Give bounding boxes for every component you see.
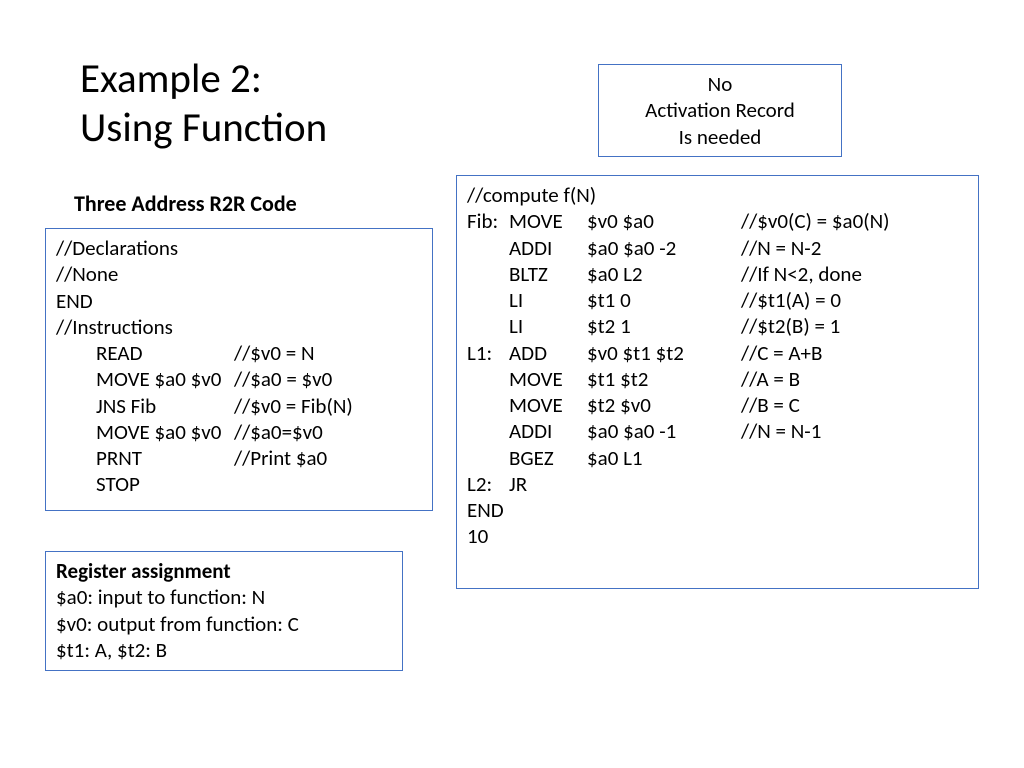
instr-comment: //If N<2, done (741, 261, 862, 287)
instr-args: $t2 1 (587, 313, 741, 339)
instr-label (467, 418, 509, 444)
code-box-left: //Declarations //None END //Instructions… (45, 228, 433, 511)
instr-label (467, 287, 509, 313)
code-line: //Declarations (56, 235, 422, 261)
instr-label (467, 445, 509, 471)
title-line1: Example 2: (80, 54, 262, 104)
note-line: Activation Record (609, 97, 831, 123)
code-line: STOP (56, 471, 422, 497)
note-line: No (609, 71, 831, 97)
instr-label (467, 261, 509, 287)
instr-comment: //N = N-1 (741, 418, 821, 444)
instr-comment: //Print $a0 (234, 445, 327, 471)
code-line: ADDI $a0 $a0 -1 //N = N-1 (467, 418, 968, 444)
instr-args: $t1 $t2 (587, 366, 741, 392)
code-line: Fib: MOVE $v0 $a0 //$v0(C) = $a0(N) (467, 208, 968, 234)
register-line: $t1: A, $t2: B (56, 637, 392, 663)
code-line: JNS Fib //$v0 = Fib(N) (56, 393, 422, 419)
note-box: No Activation Record Is needed (598, 64, 842, 157)
code-line: PRNT //Print $a0 (56, 445, 422, 471)
subheading: Three Address R2R Code (74, 190, 297, 217)
instr-op: PRNT (96, 445, 234, 471)
code-line: BGEZ $a0 L1 (467, 445, 968, 471)
code-line: ADDI $a0 $a0 -2 //N = N-2 (467, 235, 968, 261)
instr-op: MOVE (509, 392, 587, 418)
code-line: //Instructions (56, 314, 422, 340)
instr-args (587, 471, 741, 497)
code-line: MOVE $t2 $v0 //B = C (467, 392, 968, 418)
instr-comment: //N = N-2 (741, 235, 821, 261)
instr-args: $v0 $t1 $t2 (587, 340, 741, 366)
instr-comment: //$v0 = Fib(N) (234, 393, 353, 419)
instr-op: READ (96, 340, 234, 366)
register-heading: Register assignment (56, 558, 392, 584)
instr-op: BLTZ (509, 261, 587, 287)
instr-comment: //$v0 = N (234, 340, 315, 366)
instr-comment: //$v0(C) = $a0(N) (741, 208, 890, 234)
code-line: L1: ADD $v0 $t1 $t2 //C = A+B (467, 340, 968, 366)
instr-op: LI (509, 287, 587, 313)
instr-op: ADDI (509, 418, 587, 444)
instr-label (467, 392, 509, 418)
instr-label: Fib: (467, 208, 509, 234)
code-line: LI $t1 0 //$t1(A) = 0 (467, 287, 968, 313)
instr-op: LI (509, 313, 587, 339)
code-line: MOVE $a0 $v0 //$a0=$v0 (56, 419, 422, 445)
instr-op: ADD (509, 340, 587, 366)
instr-label (467, 313, 509, 339)
instr-op: ADDI (509, 235, 587, 261)
instr-comment: //$t1(A) = 0 (741, 287, 841, 313)
instr-op: MOVE $a0 $v0 (96, 366, 234, 392)
code-line: LI $t2 1 //$t2(B) = 1 (467, 313, 968, 339)
instr-args: $t1 0 (587, 287, 741, 313)
instr-args: $a0 $a0 -1 (587, 418, 741, 444)
instr-comment: //$t2(B) = 1 (741, 313, 840, 339)
register-line: $a0: input to function: N (56, 584, 392, 610)
code-line: BLTZ $a0 L2 //If N<2, done (467, 261, 968, 287)
instr-comment: //$a0=$v0 (234, 419, 323, 445)
instr-op: MOVE (509, 208, 587, 234)
instr-args: $v0 $a0 (587, 208, 741, 234)
register-box: Register assignment $a0: input to functi… (45, 551, 403, 671)
instr-comment: //C = A+B (741, 340, 822, 366)
instr-comment: //$a0 = $v0 (234, 366, 332, 392)
note-line: Is needed (609, 124, 831, 150)
slide-title: Example 2: Using Function (80, 55, 327, 153)
instr-args: $a0 $a0 -2 (587, 235, 741, 261)
title-line2: Using Function (80, 103, 327, 153)
instr-op: MOVE $a0 $v0 (96, 419, 234, 445)
code-line: MOVE $t1 $t2 //A = B (467, 366, 968, 392)
instr-op: BGEZ (509, 445, 587, 471)
code-line: //None (56, 261, 422, 287)
instr-label: L2: (467, 471, 509, 497)
code-line: MOVE $a0 $v0 //$a0 = $v0 (56, 366, 422, 392)
instr-op: JR (509, 471, 587, 497)
code-box-right: //compute f(N) Fib: MOVE $v0 $a0 //$v0(C… (456, 175, 979, 589)
code-line: L2: JR (467, 471, 968, 497)
instr-args: $a0 L1 (587, 445, 741, 471)
code-line: 10 (467, 523, 968, 549)
instr-comment: //A = B (741, 366, 800, 392)
instr-args: $t2 $v0 (587, 392, 741, 418)
instr-op: MOVE (509, 366, 587, 392)
instr-label (467, 235, 509, 261)
instr-op: STOP (96, 471, 234, 497)
code-line: END (467, 497, 968, 523)
code-line: END (56, 288, 422, 314)
instr-comment: //B = C (741, 392, 800, 418)
code-header: //compute f(N) (467, 182, 968, 208)
code-line: READ //$v0 = N (56, 340, 422, 366)
instr-args: $a0 L2 (587, 261, 741, 287)
instr-op: JNS Fib (96, 393, 234, 419)
instr-label: L1: (467, 340, 509, 366)
register-line: $v0: output from function: C (56, 611, 392, 637)
instr-label (467, 366, 509, 392)
